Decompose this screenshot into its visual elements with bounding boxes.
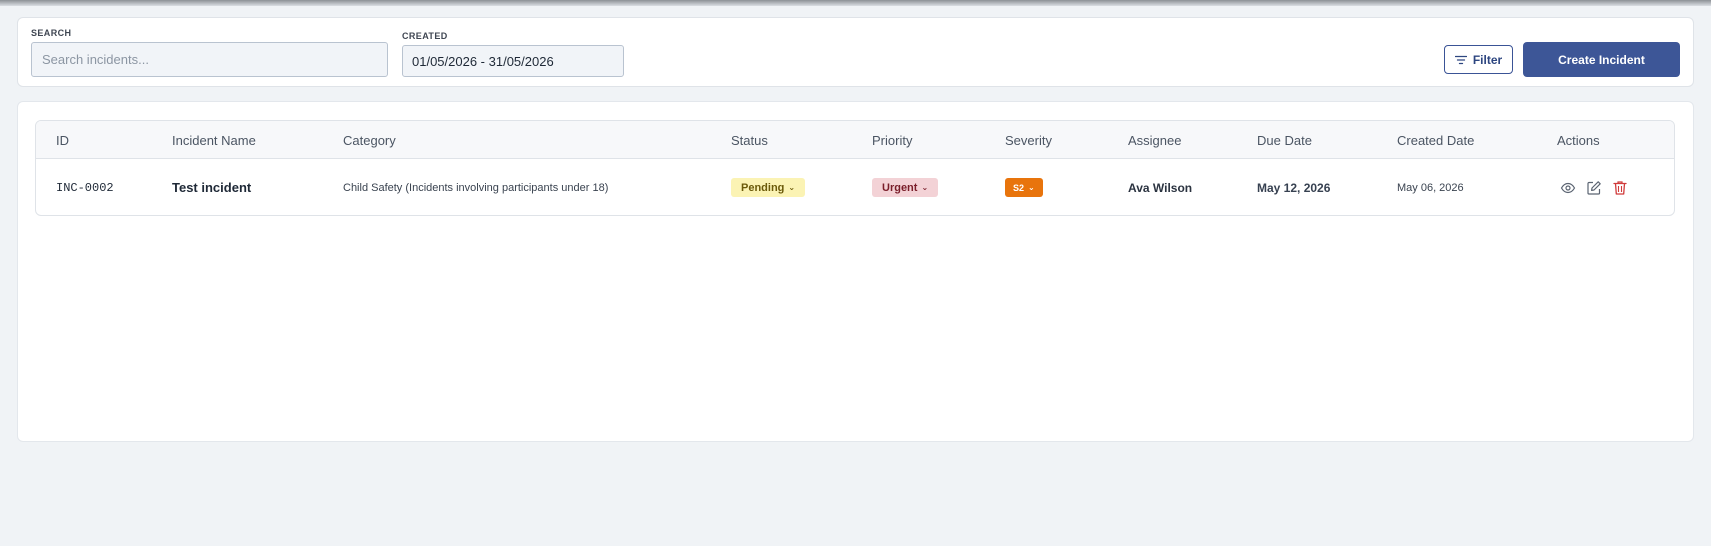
filter-button-label: Filter [1472, 52, 1503, 67]
search-input[interactable] [31, 42, 388, 77]
eye-icon[interactable] [1560, 180, 1576, 196]
chevron-down-icon: ⌄ [788, 182, 796, 192]
status-dropdown[interactable]: Pending ⌄ [731, 178, 806, 197]
column-header-severity: Severity [1005, 132, 1052, 148]
search-label: SEARCH [31, 28, 72, 38]
chevron-down-icon: ⌄ [1028, 182, 1035, 192]
column-header-created-date: Created Date [1397, 132, 1475, 148]
top-edge-shadow [0, 0, 1711, 6]
column-header-incident-name: Incident Name [172, 132, 256, 148]
column-header-category: Category [343, 132, 396, 148]
assignee-name: Ava Wilson [1128, 180, 1193, 195]
column-header-due-date: Due Date [1257, 132, 1312, 148]
row-actions [1560, 159, 1628, 215]
chevron-down-icon: ⌄ [921, 182, 929, 192]
edit-icon[interactable] [1586, 180, 1602, 196]
severity-cell: S2 ⌄ [1005, 159, 1043, 215]
incident-name[interactable]: Test incident [172, 159, 251, 215]
table-header: ID Incident Name Category Status Priorit… [36, 121, 1674, 159]
priority-value: Urgent [882, 181, 918, 194]
column-header-priority: Priority [872, 132, 913, 148]
created-date: May 06, 2026 [1397, 181, 1464, 194]
column-header-assignee: Assignee [1128, 132, 1182, 148]
status-cell: Pending ⌄ [731, 159, 806, 215]
table-row[interactable]: INC-0002 Test incident Child Safety (Inc… [36, 159, 1674, 215]
column-header-actions: Actions [1557, 132, 1600, 148]
status-value: Pending [741, 181, 785, 194]
priority-cell: Urgent ⌄ [872, 159, 939, 215]
created-label: CREATED [402, 31, 448, 41]
severity-value: S2 [1013, 182, 1025, 193]
create-incident-label: Create Incident [1558, 52, 1645, 67]
incident-id: INC-0002 [56, 180, 114, 195]
filter-bar: SEARCH CREATED 01/05/2026 - 31/05/2026 F… [17, 17, 1694, 87]
incidents-table: ID Incident Name Category Status Priorit… [35, 120, 1675, 216]
column-header-id: ID [56, 132, 69, 148]
severity-dropdown[interactable]: S2 ⌄ [1005, 178, 1043, 197]
column-header-status: Status [731, 132, 768, 148]
created-date-range-value: 01/05/2026 - 31/05/2026 [412, 53, 554, 69]
created-date-range-input[interactable]: 01/05/2026 - 31/05/2026 [402, 45, 624, 77]
filter-button[interactable]: Filter [1444, 45, 1513, 74]
create-incident-button[interactable]: Create Incident [1523, 42, 1680, 77]
trash-icon[interactable] [1612, 180, 1628, 196]
filter-icon [1454, 55, 1467, 64]
due-date: May 12, 2026 [1257, 180, 1331, 195]
incident-category: Child Safety (Incidents involving partic… [343, 181, 609, 194]
priority-dropdown[interactable]: Urgent ⌄ [872, 178, 939, 197]
